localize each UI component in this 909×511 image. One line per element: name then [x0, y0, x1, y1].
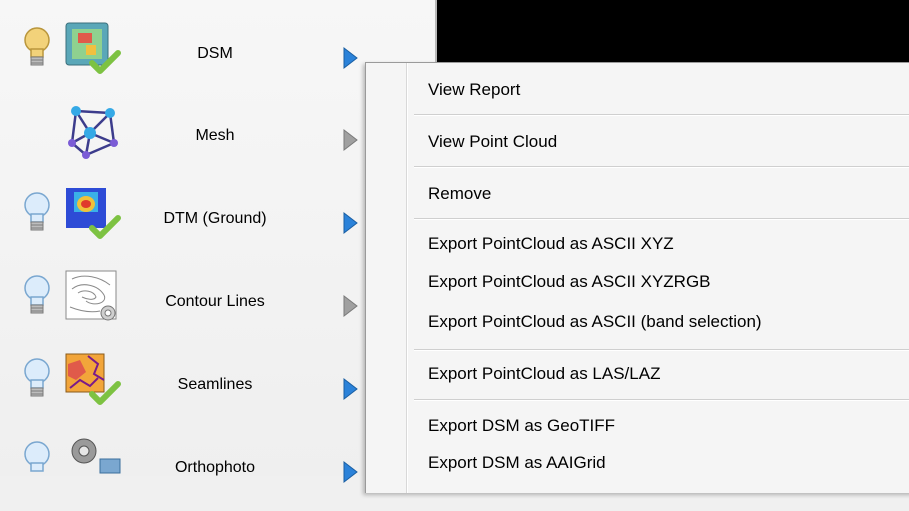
- menu-separator: [414, 114, 909, 116]
- menu-item-view-report[interactable]: View Report: [428, 80, 520, 100]
- layer-label: Contour Lines: [165, 293, 265, 310]
- contour-map-icon: [65, 270, 117, 321]
- seamlines-icon: [65, 353, 121, 405]
- menu-item-export-ascii-band-selection[interactable]: Export PointCloud as ASCII (band selecti…: [428, 312, 762, 332]
- dsm-raster-icon: [65, 22, 121, 74]
- layer-label: Seamlines: [177, 376, 253, 393]
- menu-item-view-point-cloud[interactable]: View Point Cloud: [428, 132, 557, 152]
- menu-separator: [414, 349, 909, 351]
- submenu-arrow-disabled-icon[interactable]: [340, 127, 360, 153]
- menu-separator: [414, 399, 909, 401]
- menu-separator: [414, 166, 909, 168]
- menu-item-export-dsm-aaigrid[interactable]: Export DSM as AAIGrid: [428, 453, 606, 473]
- menu-item-export-las-laz[interactable]: Export PointCloud as LAS/LAZ: [428, 364, 660, 384]
- menu-item-export-ascii-xyz[interactable]: Export PointCloud as ASCII XYZ: [428, 234, 674, 254]
- lightbulb-off-icon[interactable]: [20, 439, 54, 485]
- dtm-heatmap-icon: [66, 188, 121, 239]
- menu-gutter-highlight: [407, 63, 408, 493]
- lightbulb-off-icon[interactable]: [20, 190, 54, 236]
- context-menu: View Report View Point Cloud Remove Expo…: [365, 62, 909, 493]
- submenu-arrow-icon[interactable]: [340, 210, 360, 236]
- menu-separator: [414, 218, 909, 220]
- mesh-network-icon: [68, 106, 118, 159]
- submenu-arrow-icon[interactable]: [340, 376, 360, 402]
- layer-label: DTM (Ground): [163, 210, 267, 227]
- layer-label: DSM: [197, 45, 233, 62]
- layer-label: Mesh: [195, 127, 235, 144]
- submenu-arrow-icon[interactable]: [340, 45, 360, 71]
- lightbulb-off-icon[interactable]: [20, 356, 54, 402]
- layer-label: Orthophoto: [174, 459, 256, 476]
- menu-item-remove[interactable]: Remove: [428, 184, 491, 204]
- lightbulb-off-icon[interactable]: [20, 273, 54, 319]
- submenu-arrow-icon[interactable]: [340, 459, 360, 485]
- lightbulb-lit-icon[interactable]: [20, 25, 54, 71]
- menu-item-export-ascii-xyzrgb[interactable]: Export PointCloud as ASCII XYZRGB: [428, 272, 711, 292]
- gear-icon: [71, 438, 121, 474]
- submenu-arrow-disabled-icon[interactable]: [340, 293, 360, 319]
- menu-item-export-dsm-geotiff[interactable]: Export DSM as GeoTIFF: [428, 416, 615, 436]
